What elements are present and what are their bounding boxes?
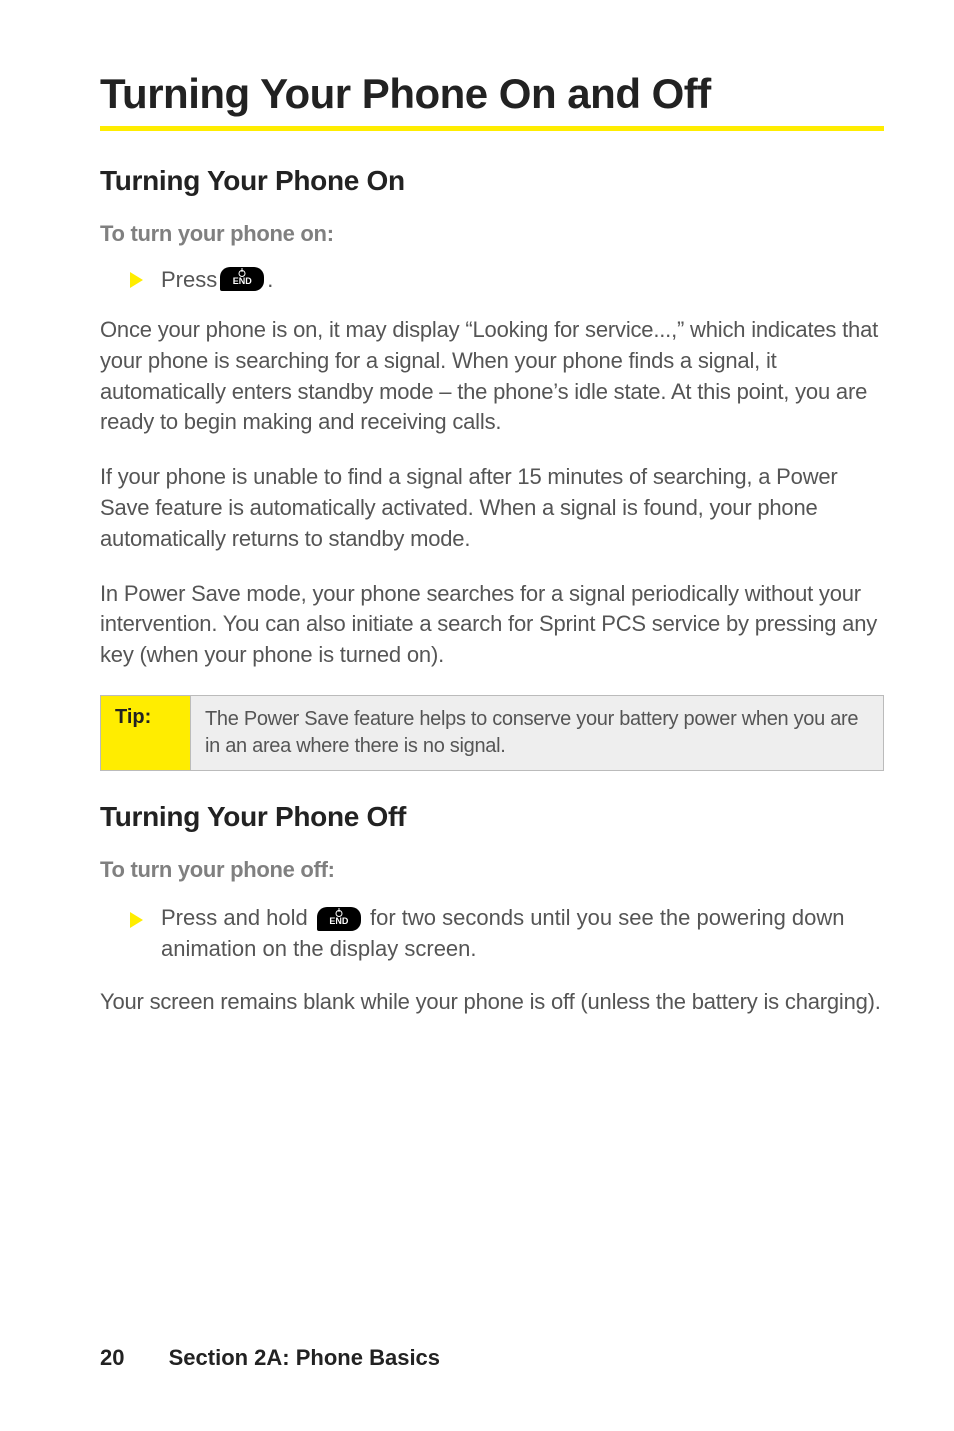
section-on-para1: Once your phone is on, it may display “L… [100,315,884,438]
end-key-icon: END [317,907,361,931]
bullet-text-prefix: Press [161,267,217,293]
page-footer: 20 Section 2A: Phone Basics [100,1345,440,1371]
tip-label: Tip: [101,696,191,770]
bullet-off-prefix: Press and hold [161,905,314,930]
page-title: Turning Your Phone On and Off [100,70,884,118]
tip-box: Tip: The Power Save feature helps to con… [100,695,884,771]
footer-section: Section 2A: Phone Basics [169,1345,440,1370]
section-off-heading: Turning Your Phone Off [100,801,884,833]
section-on-heading: Turning Your Phone On [100,165,884,197]
bullet-off-line: Press and hold END for two seconds until… [161,903,884,965]
section-on-para2: If your phone is unable to find a signal… [100,462,884,554]
end-key-icon: END [220,267,264,291]
bullet-press-off: Press and hold END for two seconds until… [130,903,884,965]
bullet-press-on: Press END . [130,267,884,293]
section-on-lead: To turn your phone on: [100,221,884,247]
section-off-para1: Your screen remains blank while your pho… [100,987,884,1018]
accent-line [100,126,884,131]
bullet-icon [130,272,143,288]
tip-body: The Power Save feature helps to conserve… [191,696,883,770]
page-number: 20 [100,1345,124,1370]
bullet-icon [130,912,143,928]
page-container: Turning Your Phone On and Off Turning Yo… [0,0,954,1431]
bullet-text-suffix: . [267,267,273,293]
section-off-lead: To turn your phone off: [100,857,884,883]
section-on-para3: In Power Save mode, your phone searches … [100,579,884,671]
